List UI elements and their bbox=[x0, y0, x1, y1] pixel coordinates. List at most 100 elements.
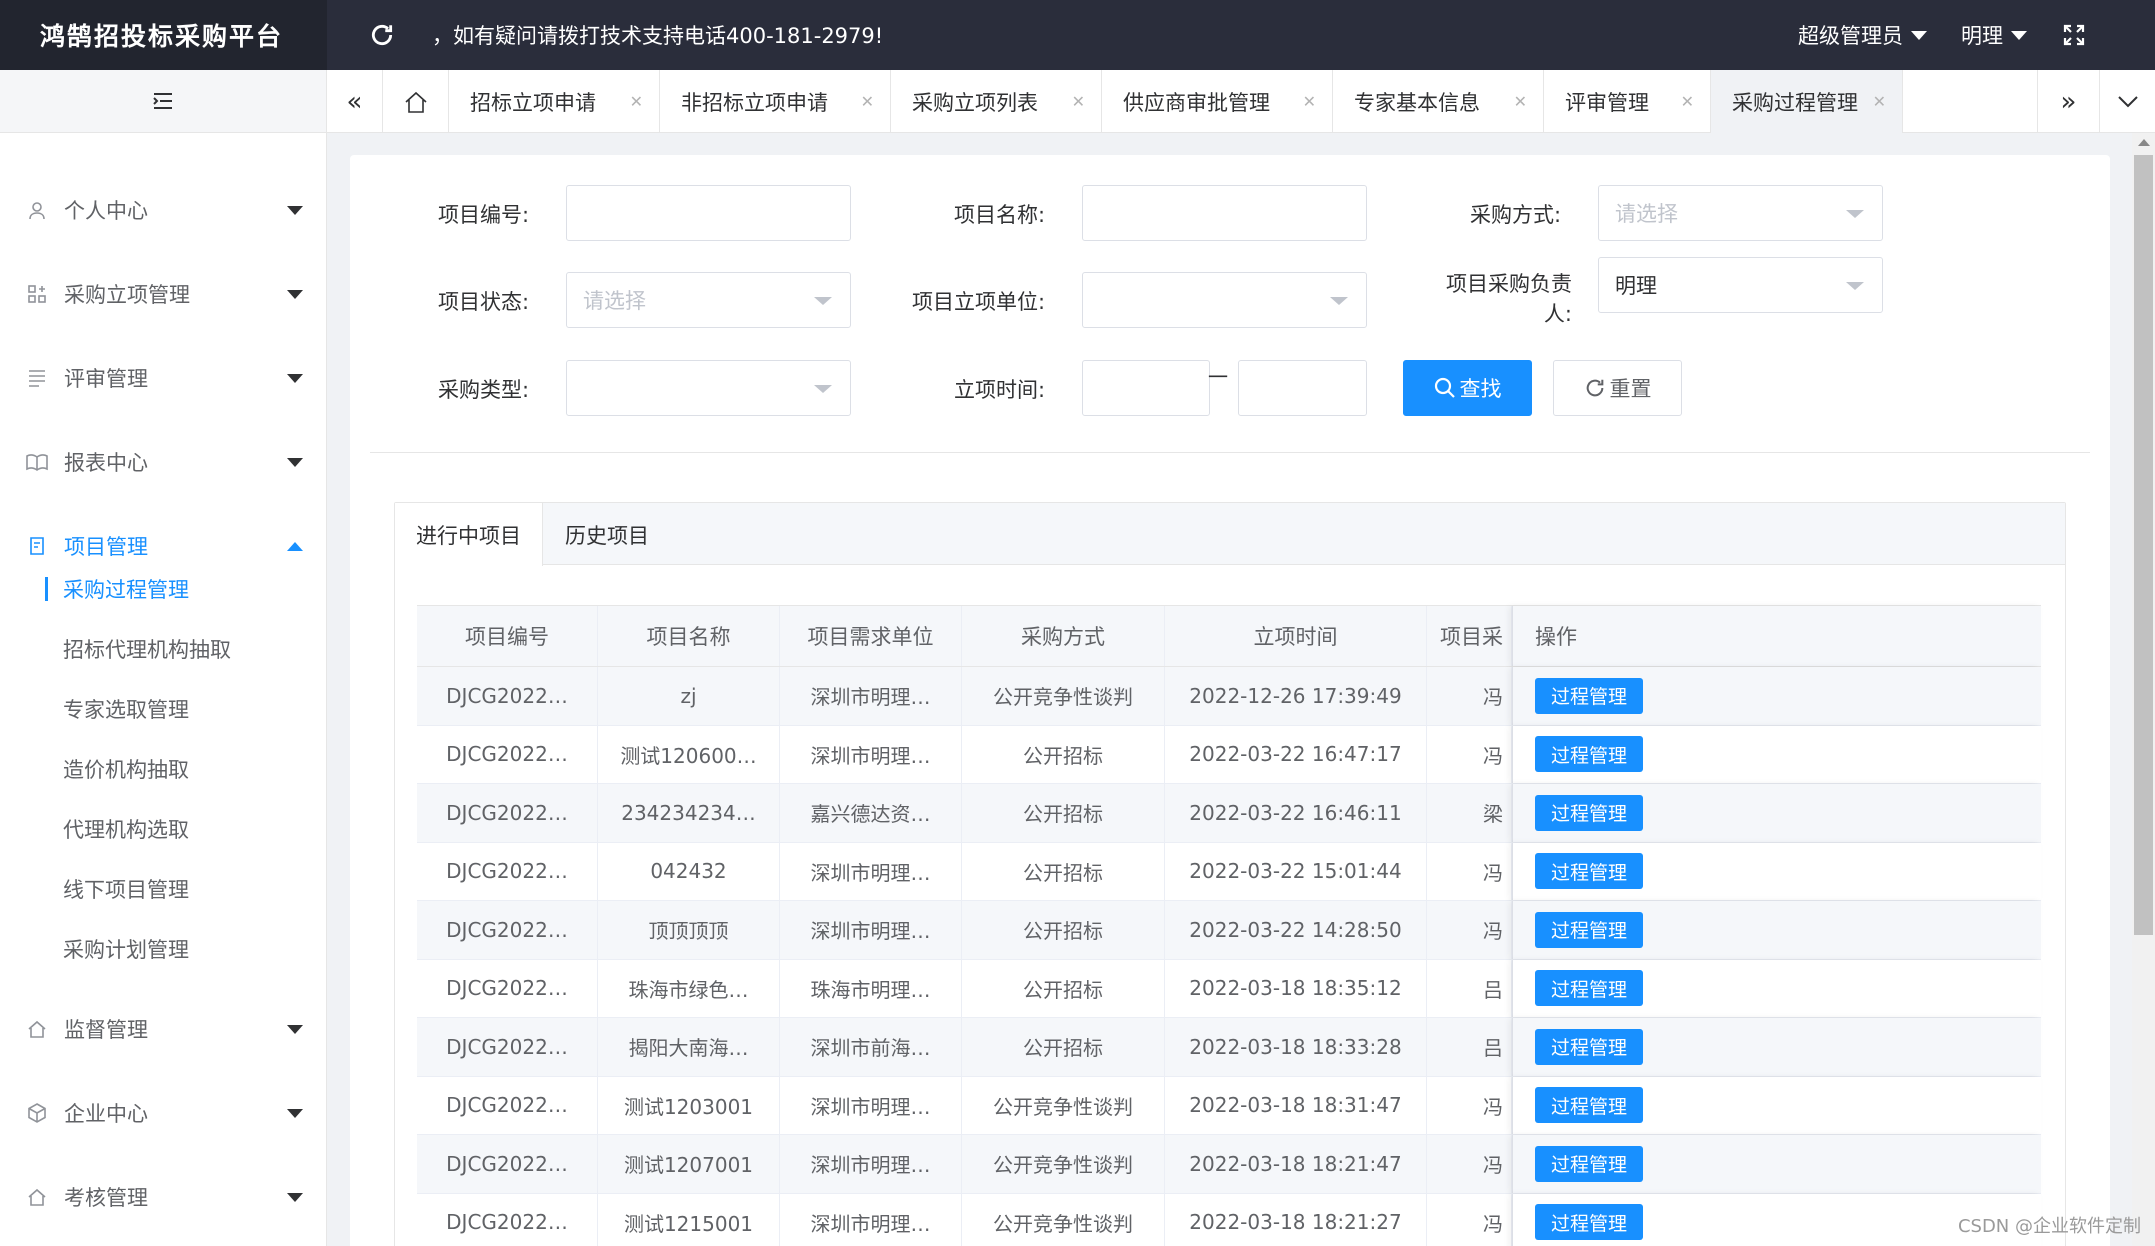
scroll-thumb[interactable] bbox=[2134, 155, 2153, 935]
table-cell: 顶顶顶顶 bbox=[598, 901, 780, 959]
sidebar-item-report-center[interactable]: 报表中心 bbox=[0, 420, 327, 504]
project-unit-label: 项目立项单位: bbox=[912, 290, 1046, 314]
table-cell: 深圳市明理… bbox=[780, 667, 962, 725]
page-scrollbar[interactable] bbox=[2132, 133, 2155, 1246]
chevron-down-icon bbox=[1846, 282, 1864, 290]
tab-label: 采购过程管理 bbox=[1732, 90, 1858, 115]
chevron-down-icon bbox=[287, 1193, 303, 1202]
search-button[interactable]: 查找 bbox=[1403, 360, 1532, 416]
refresh-icon[interactable] bbox=[367, 20, 397, 50]
project-unit-select[interactable] bbox=[1082, 272, 1367, 328]
chevron-down-icon bbox=[287, 458, 303, 467]
sidebar-sub-item-offline[interactable]: 线下项目管理 bbox=[0, 859, 327, 919]
tab-scroll-right-button[interactable]: » bbox=[2037, 70, 2099, 133]
close-icon[interactable]: ✕ bbox=[1303, 92, 1316, 111]
date-start-input[interactable] bbox=[1082, 360, 1210, 416]
table-cell: DJCG2022… bbox=[417, 842, 598, 900]
project-panel: 进行中项目 历史项目 项目编号 项目名称 项目需求单位 采购方式 立项时间 项目… bbox=[394, 502, 2066, 1246]
sidebar-sub-item-agency-draw[interactable]: 招标代理机构抽取 bbox=[0, 619, 327, 679]
sidebar-sub-item-agency-select[interactable]: 代理机构选取 bbox=[0, 799, 327, 859]
process-management-button[interactable]: 过程管理 bbox=[1535, 1145, 1644, 1182]
tab-non-bid-project-apply[interactable]: 非招标立项申请 ✕ bbox=[660, 70, 891, 133]
document-icon bbox=[26, 535, 48, 557]
table-row: DJCG2022… 234234234… 嘉兴德达资… 公开招标 2022-03-22 … bbox=[417, 784, 2041, 843]
table-cell: 公开招标 bbox=[962, 901, 1165, 959]
user-name: 明理 bbox=[1961, 24, 2003, 48]
sidebar-item-enterprise-center[interactable]: 企业中心 bbox=[0, 1071, 327, 1155]
table-cell: DJCG2022… bbox=[417, 784, 598, 842]
user-icon bbox=[26, 199, 48, 221]
chevron-down-icon bbox=[814, 297, 832, 305]
project-no-input[interactable] bbox=[566, 185, 851, 241]
sidebar-sub-item-cost-agency[interactable]: 造价机构抽取 bbox=[0, 739, 327, 799]
tab-home[interactable] bbox=[383, 70, 449, 133]
table-cell: 2022-03-18 18:21:47 bbox=[1165, 1135, 1427, 1193]
tab-bid-project-apply[interactable]: 招标立项申请 ✕ bbox=[449, 70, 660, 133]
table-row: DJCG2022… 顶顶顶顶 深圳市明理… 公开招标 2022-03-22 14:28:… bbox=[417, 901, 2041, 960]
process-management-button[interactable]: 过程管理 bbox=[1535, 853, 1644, 890]
purchase-type-select[interactable] bbox=[566, 360, 851, 416]
tab-project-list[interactable]: 采购立项列表 ✕ bbox=[891, 70, 1102, 133]
tab-menu-button[interactable] bbox=[2099, 70, 2155, 133]
sidebar-sub-item-plan[interactable]: 采购计划管理 bbox=[0, 919, 327, 979]
tab-ongoing-projects[interactable]: 进行中项目 bbox=[395, 503, 543, 566]
sidebar-item-assessment[interactable]: 考核管理 bbox=[0, 1155, 327, 1239]
close-icon[interactable]: ✕ bbox=[1514, 92, 1527, 111]
date-end-input[interactable] bbox=[1238, 360, 1367, 416]
sidebar-item-procurement-project[interactable]: 采购立项管理 bbox=[0, 252, 327, 336]
purchase-method-placeholder: 请选择 bbox=[1615, 202, 1678, 226]
close-icon[interactable]: ✕ bbox=[1072, 92, 1085, 111]
project-owner-select[interactable]: 明理 bbox=[1598, 257, 1883, 313]
table-cell: DJCG2022… bbox=[417, 1135, 598, 1193]
tab-scroll-left-button[interactable]: « bbox=[327, 70, 383, 133]
table-cell: 深圳市明理… bbox=[780, 1076, 962, 1134]
tab-process-management[interactable]: 采购过程管理 ✕ bbox=[1711, 70, 1903, 133]
sidebar-item-label: 采购立项管理 bbox=[64, 283, 190, 307]
purchase-method-select[interactable]: 请选择 bbox=[1598, 185, 1883, 241]
sidebar-item-label: 监督管理 bbox=[64, 1018, 148, 1042]
process-management-button[interactable]: 过程管理 bbox=[1535, 1204, 1644, 1241]
home-icon bbox=[26, 1018, 48, 1040]
tab-label: 专家基本信息 bbox=[1354, 90, 1480, 115]
sidebar-collapse-toggle[interactable] bbox=[0, 70, 326, 133]
table-cell-actions: 过程管理 bbox=[1512, 901, 2041, 959]
project-name-input[interactable] bbox=[1082, 185, 1367, 241]
sidebar-item-review[interactable]: 评审管理 bbox=[0, 336, 327, 420]
sidebar-item-supervision[interactable]: 监督管理 bbox=[0, 987, 327, 1071]
table-header-row: 项目编号 项目名称 项目需求单位 采购方式 立项时间 项目采 操作 bbox=[417, 605, 2041, 667]
user-dropdown[interactable]: 明理 bbox=[1961, 20, 2027, 50]
tab-history-projects[interactable]: 历史项目 bbox=[543, 503, 671, 566]
process-management-button[interactable]: 过程管理 bbox=[1535, 1028, 1644, 1065]
sidebar-item-personal-center[interactable]: 个人中心 bbox=[0, 168, 327, 252]
close-icon[interactable]: ✕ bbox=[630, 92, 643, 111]
sidebar-item-label: 报表中心 bbox=[64, 451, 148, 475]
project-status-select[interactable]: 请选择 bbox=[566, 272, 851, 328]
scroll-up-icon[interactable] bbox=[2138, 139, 2150, 146]
tab-review[interactable]: 评审管理 ✕ bbox=[1544, 70, 1711, 133]
close-icon[interactable]: ✕ bbox=[1681, 92, 1694, 111]
table-cell: 2022-03-22 16:46:11 bbox=[1165, 784, 1427, 842]
process-management-button[interactable]: 过程管理 bbox=[1535, 677, 1644, 714]
fullscreen-icon[interactable] bbox=[2063, 24, 2085, 46]
sidebar-sub-item-process[interactable]: 采购过程管理 bbox=[0, 559, 327, 619]
table-cell: 042432 bbox=[598, 842, 780, 900]
table-cell: 揭阳大南海… bbox=[598, 1018, 780, 1076]
double-chevron-right-icon: » bbox=[2060, 86, 2077, 117]
chevron-up-icon bbox=[287, 542, 303, 551]
table-cell: 深圳市明理… bbox=[780, 842, 962, 900]
sidebar-sub-item-expert[interactable]: 专家选取管理 bbox=[0, 679, 327, 739]
process-management-button[interactable]: 过程管理 bbox=[1535, 794, 1644, 831]
process-management-button[interactable]: 过程管理 bbox=[1535, 970, 1644, 1007]
tab-supplier-approval[interactable]: 供应商审批管理 ✕ bbox=[1102, 70, 1333, 133]
process-management-button[interactable]: 过程管理 bbox=[1535, 1087, 1644, 1124]
process-management-button[interactable]: 过程管理 bbox=[1535, 736, 1644, 773]
role-dropdown[interactable]: 超级管理员 bbox=[1798, 20, 1927, 50]
close-icon[interactable]: ✕ bbox=[1873, 92, 1886, 111]
process-management-button[interactable]: 过程管理 bbox=[1535, 911, 1644, 948]
reset-button[interactable]: 重置 bbox=[1553, 360, 1682, 416]
project-name-label: 项目名称: bbox=[954, 203, 1046, 227]
tab-bar: « 招标立项申请 ✕ 非招标立项申请 ✕ 采购立项列表 ✕ 供应商审批管理 ✕ 专家基本… bbox=[327, 70, 2155, 133]
close-icon[interactable]: ✕ bbox=[861, 92, 874, 111]
table-cell-actions: 过程管理 bbox=[1512, 1018, 2041, 1076]
tab-expert-info[interactable]: 专家基本信息 ✕ bbox=[1333, 70, 1544, 133]
